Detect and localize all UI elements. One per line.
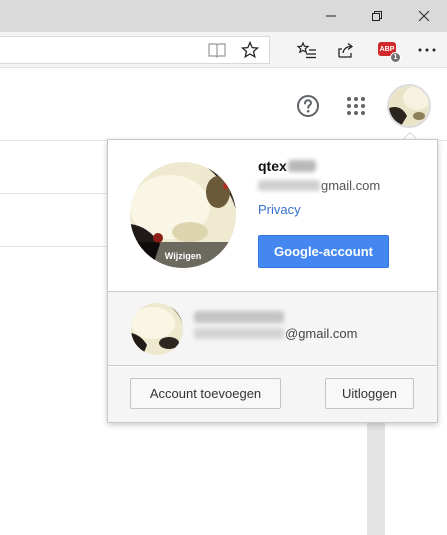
book-icon [208,43,226,58]
apps-grid-icon[interactable] [344,94,368,118]
minimize-button[interactable] [308,0,354,32]
adblock-count-badge: 1 [390,52,401,63]
account-name: qtex [258,158,316,174]
profile-photo[interactable]: Wijzigen [130,162,236,268]
share-button[interactable] [332,36,360,64]
minimize-icon [326,15,336,17]
scrollbar[interactable] [367,421,385,535]
page-header [0,69,447,141]
avatar-image [389,86,429,126]
redacted-text [194,311,284,323]
more-icon [418,48,436,52]
redacted-text [258,180,320,191]
list-divider [0,246,108,247]
help-icon[interactable] [296,94,320,118]
account-name-visible: qtex [258,158,287,174]
restore-button[interactable] [354,0,400,32]
more-button[interactable] [413,36,441,64]
add-favorite-button[interactable] [236,36,264,64]
other-avatar-image [131,303,183,355]
change-photo-label[interactable]: Wijzigen [130,251,236,261]
redacted-text [194,328,284,339]
redacted-text [287,160,316,172]
logout-button[interactable]: Uitloggen [325,378,414,409]
google-account-button[interactable]: Google-account [258,235,389,268]
other-account-email-domain: @gmail.com [285,326,358,341]
account-avatar-button[interactable] [387,84,431,128]
account-email-domain: gmail.com [321,178,381,193]
other-account-email: @gmail.com [194,326,357,341]
other-account-avatar [131,303,183,355]
privacy-link[interactable]: Privacy [258,202,301,217]
star-icon [241,41,259,59]
favorites-button[interactable] [293,36,321,64]
account-email: gmail.com [258,178,380,193]
reading-view-button[interactable] [203,36,231,64]
restore-icon [372,11,382,21]
close-window-button[interactable] [401,0,447,32]
add-account-button[interactable]: Account toevoegen [130,378,281,409]
list-divider [0,193,108,194]
close-icon [418,10,430,22]
favorites-list-icon [297,41,316,59]
share-icon [338,42,354,58]
